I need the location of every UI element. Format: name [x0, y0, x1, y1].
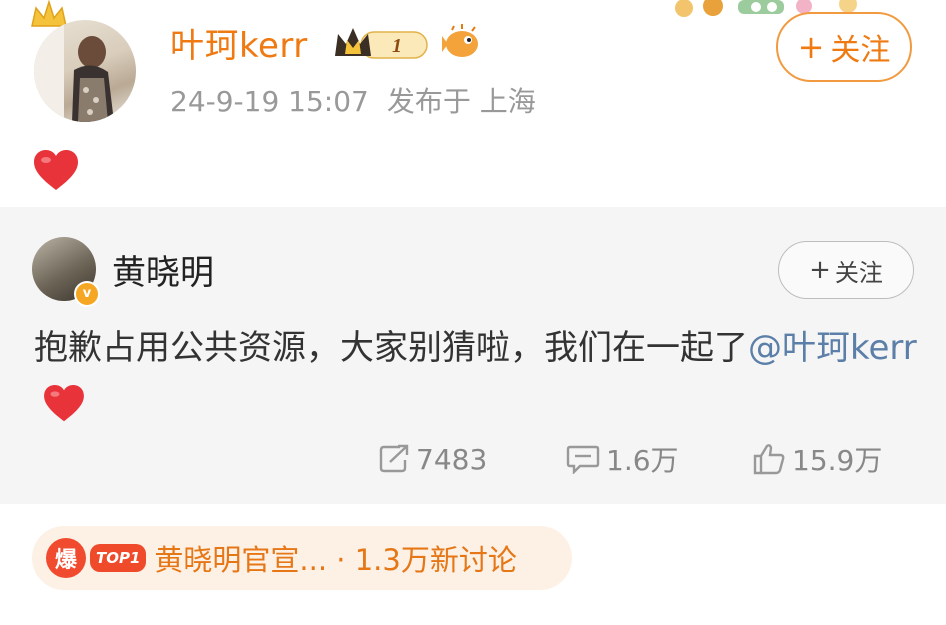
post-location: 发布于 上海 — [386, 85, 536, 118]
comment-count-button[interactable]: 1.6万 — [566, 439, 679, 479]
repost-count: 7483 — [416, 442, 488, 476]
comment-icon — [566, 445, 600, 474]
vip-level-text: 1 — [392, 35, 402, 57]
reposted-content[interactable]: v 黄晓明 + 关注 抱歉占用公共资源，大家别猜啦，我们在一起了@叶珂kerr 7… — [0, 207, 946, 504]
follow-button[interactable]: + 关注 — [776, 12, 912, 82]
like-count: 15.9万 — [792, 444, 883, 477]
thumbs-up-icon — [753, 444, 785, 475]
hot-topic-banner[interactable]: 爆 TOP1 黄晓明官宣... · 1.3万新讨论 — [32, 526, 572, 590]
repost-follow-label: 关注 — [834, 258, 883, 287]
repost-follow-button[interactable]: + 关注 — [778, 241, 914, 299]
follow-label: 关注 — [830, 33, 891, 68]
post-meta: 24-9-19 15:07 发布于 上海 — [170, 80, 554, 120]
plus-icon: + — [809, 255, 831, 285]
hot-topic-text: 黄晓明官宣... · 1.3万新讨论 — [154, 543, 517, 577]
vip-level-badge[interactable]: 1 — [333, 24, 433, 64]
heart-icon — [34, 150, 78, 190]
pufferfish-badge-icon[interactable] — [440, 24, 482, 62]
share-icon — [379, 444, 409, 473]
post-author-name[interactable]: 叶珂kerr — [170, 18, 308, 67]
repost-count-button[interactable]: 7483 — [378, 439, 487, 479]
heart-icon — [44, 385, 84, 422]
rank-badge: TOP1 — [90, 544, 147, 572]
post-timestamp: 24-9-19 15:07 — [170, 85, 369, 118]
hot-topic-icon: 爆 — [46, 538, 86, 578]
avatar[interactable] — [34, 20, 136, 122]
post-header: 叶珂kerr 1 24-9-19 15:07 发布于 上海 + 关注 — [0, 0, 946, 205]
like-count-button[interactable]: 15.9万 — [752, 439, 882, 479]
plus-icon: + — [797, 28, 825, 66]
comment-count: 1.6万 — [606, 444, 679, 477]
verified-badge-icon: v — [74, 281, 100, 307]
repost-body: 抱歉占用公共资源，大家别猜啦，我们在一起了 — [34, 328, 748, 368]
repost-author-name[interactable]: 黄晓明 — [112, 245, 214, 294]
mention-link[interactable]: @叶珂kerr — [748, 328, 917, 368]
repost-text: 抱歉占用公共资源，大家别猜啦，我们在一起了@叶珂kerr — [34, 319, 924, 435]
